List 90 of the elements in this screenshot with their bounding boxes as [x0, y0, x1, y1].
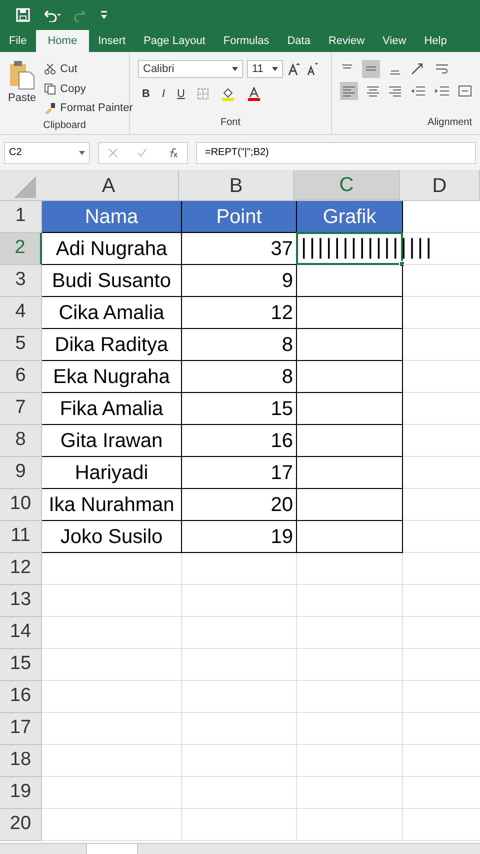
row-header[interactable]: 10 — [0, 489, 42, 521]
align-center-icon[interactable] — [366, 84, 380, 98]
dropdown-icon — [79, 150, 85, 154]
row-header[interactable]: 1 — [0, 201, 42, 233]
row-header[interactable]: 18 — [0, 745, 42, 777]
align-left-icon[interactable] — [340, 82, 358, 100]
ribbon-tab[interactable]: Data — [278, 30, 320, 52]
row-header[interactable]: 15 — [0, 649, 42, 681]
cut-button[interactable]: Cut — [60, 61, 78, 78]
table-cell-text: 9 — [282, 268, 293, 294]
save-icon[interactable] — [16, 8, 30, 22]
row-header[interactable]: 5 — [0, 329, 42, 361]
table-cell-text: Adi Nugraha — [56, 236, 168, 262]
table-cell-text: 8 — [282, 364, 293, 390]
customize-icon[interactable] — [100, 10, 108, 20]
table-cell-text: Budi Susanto — [52, 268, 171, 294]
row-header[interactable]: 17 — [0, 713, 42, 745]
table-cell-text: 19 — [270, 524, 293, 550]
header-cell-text: Nama — [84, 204, 138, 230]
paste-button[interactable]: Paste — [8, 90, 36, 106]
formula-field[interactable]: =REPT("|";B2) — [196, 142, 476, 164]
row-header[interactable]: 11 — [0, 521, 42, 553]
row-header[interactable]: 12 — [0, 553, 42, 585]
ribbon-tab[interactable]: Help — [415, 30, 456, 52]
table-cell-text: 8 — [282, 332, 293, 358]
row-header[interactable]: 16 — [0, 681, 42, 713]
row-header[interactable]: 2 — [0, 233, 42, 265]
ribbon-tab[interactable]: View — [374, 30, 416, 52]
column-header[interactable]: C — [294, 170, 400, 201]
table-cell-text: Ika Nurahman — [48, 492, 174, 518]
name-box[interactable]: C2 — [4, 142, 90, 164]
ribbon-tab[interactable]: Review — [319, 30, 374, 52]
shrink-font-icon[interactable] — [305, 62, 319, 76]
wrap-text-icon[interactable] — [434, 62, 450, 76]
align-middle-icon[interactable] — [362, 60, 380, 78]
format-painter-button[interactable]: Format Painter — [60, 100, 133, 116]
decrease-indent-icon[interactable] — [410, 84, 426, 98]
ribbon-tab[interactable]: Page Layout — [134, 30, 214, 52]
bold-button[interactable]: B — [142, 86, 150, 102]
table-cell-text: 37 — [270, 236, 293, 262]
font-color-icon[interactable] — [246, 87, 261, 102]
row-header[interactable]: 4 — [0, 297, 42, 329]
table-cell-text: Fika Amalia — [60, 396, 164, 422]
row-header[interactable]: 6 — [0, 361, 42, 393]
table-cell-text: Eka Nugraha — [53, 364, 170, 390]
ribbon-tab[interactable]: Formulas — [214, 30, 278, 52]
table-cell-text: 17 — [270, 460, 293, 486]
align-right-icon[interactable] — [388, 84, 402, 98]
undo-icon[interactable] — [42, 8, 62, 22]
copy-button[interactable]: Copy — [60, 80, 86, 97]
paste-icon[interactable] — [9, 60, 36, 90]
table-cell-text: Dika Raditya — [54, 332, 168, 358]
group-label: Alignment — [428, 116, 472, 128]
table-cell-text: Joko Susilo — [60, 524, 163, 550]
table-cell-text: Gita Irawan — [60, 428, 163, 454]
font-name-field[interactable]: Calibri — [138, 60, 243, 78]
increase-indent-icon[interactable] — [434, 84, 450, 98]
group-label: Font — [220, 116, 240, 128]
table-cell-text: Cika Amalia — [58, 300, 164, 326]
row-header[interactable]: 8 — [0, 425, 42, 457]
copy-icon — [44, 82, 56, 95]
header-cell-text: Point — [216, 204, 262, 230]
table-cell-text: 15 — [270, 396, 293, 422]
row-header[interactable]: 20 — [0, 809, 42, 841]
fill-color-icon[interactable] — [220, 87, 235, 102]
table-cell-text: 16 — [270, 428, 293, 454]
row-header[interactable]: 13 — [0, 585, 42, 617]
ribbon-tab[interactable]: Insert — [89, 30, 135, 52]
underline-button[interactable]: U — [177, 86, 185, 102]
italic-button[interactable]: I — [162, 86, 166, 102]
ribbon-tab[interactable]: File — [0, 30, 36, 52]
table-cell-text: Hariyadi — [74, 460, 148, 486]
row-header[interactable]: 7 — [0, 393, 42, 425]
row-header[interactable]: 14 — [0, 617, 42, 649]
borders-icon[interactable] — [196, 88, 209, 100]
grow-font-icon[interactable] — [287, 62, 301, 76]
row-header[interactable]: 3 — [0, 265, 42, 297]
group-label: Clipboard — [43, 120, 86, 130]
row-header[interactable]: 9 — [0, 457, 42, 489]
dropdown-icon — [272, 67, 278, 71]
header-cell-text: Grafik — [322, 204, 376, 230]
ribbon-tab[interactable]: Home — [36, 30, 90, 52]
font-size-field[interactable]: 11 — [247, 60, 283, 78]
table-cell-text: 12 — [270, 300, 293, 326]
scissors-icon — [44, 63, 56, 76]
dropdown-icon — [232, 67, 238, 71]
table-cell-text: 20 — [270, 492, 293, 518]
row-header[interactable]: 19 — [0, 777, 42, 809]
brush-icon — [44, 102, 56, 114]
merge-icon[interactable] — [458, 84, 472, 98]
